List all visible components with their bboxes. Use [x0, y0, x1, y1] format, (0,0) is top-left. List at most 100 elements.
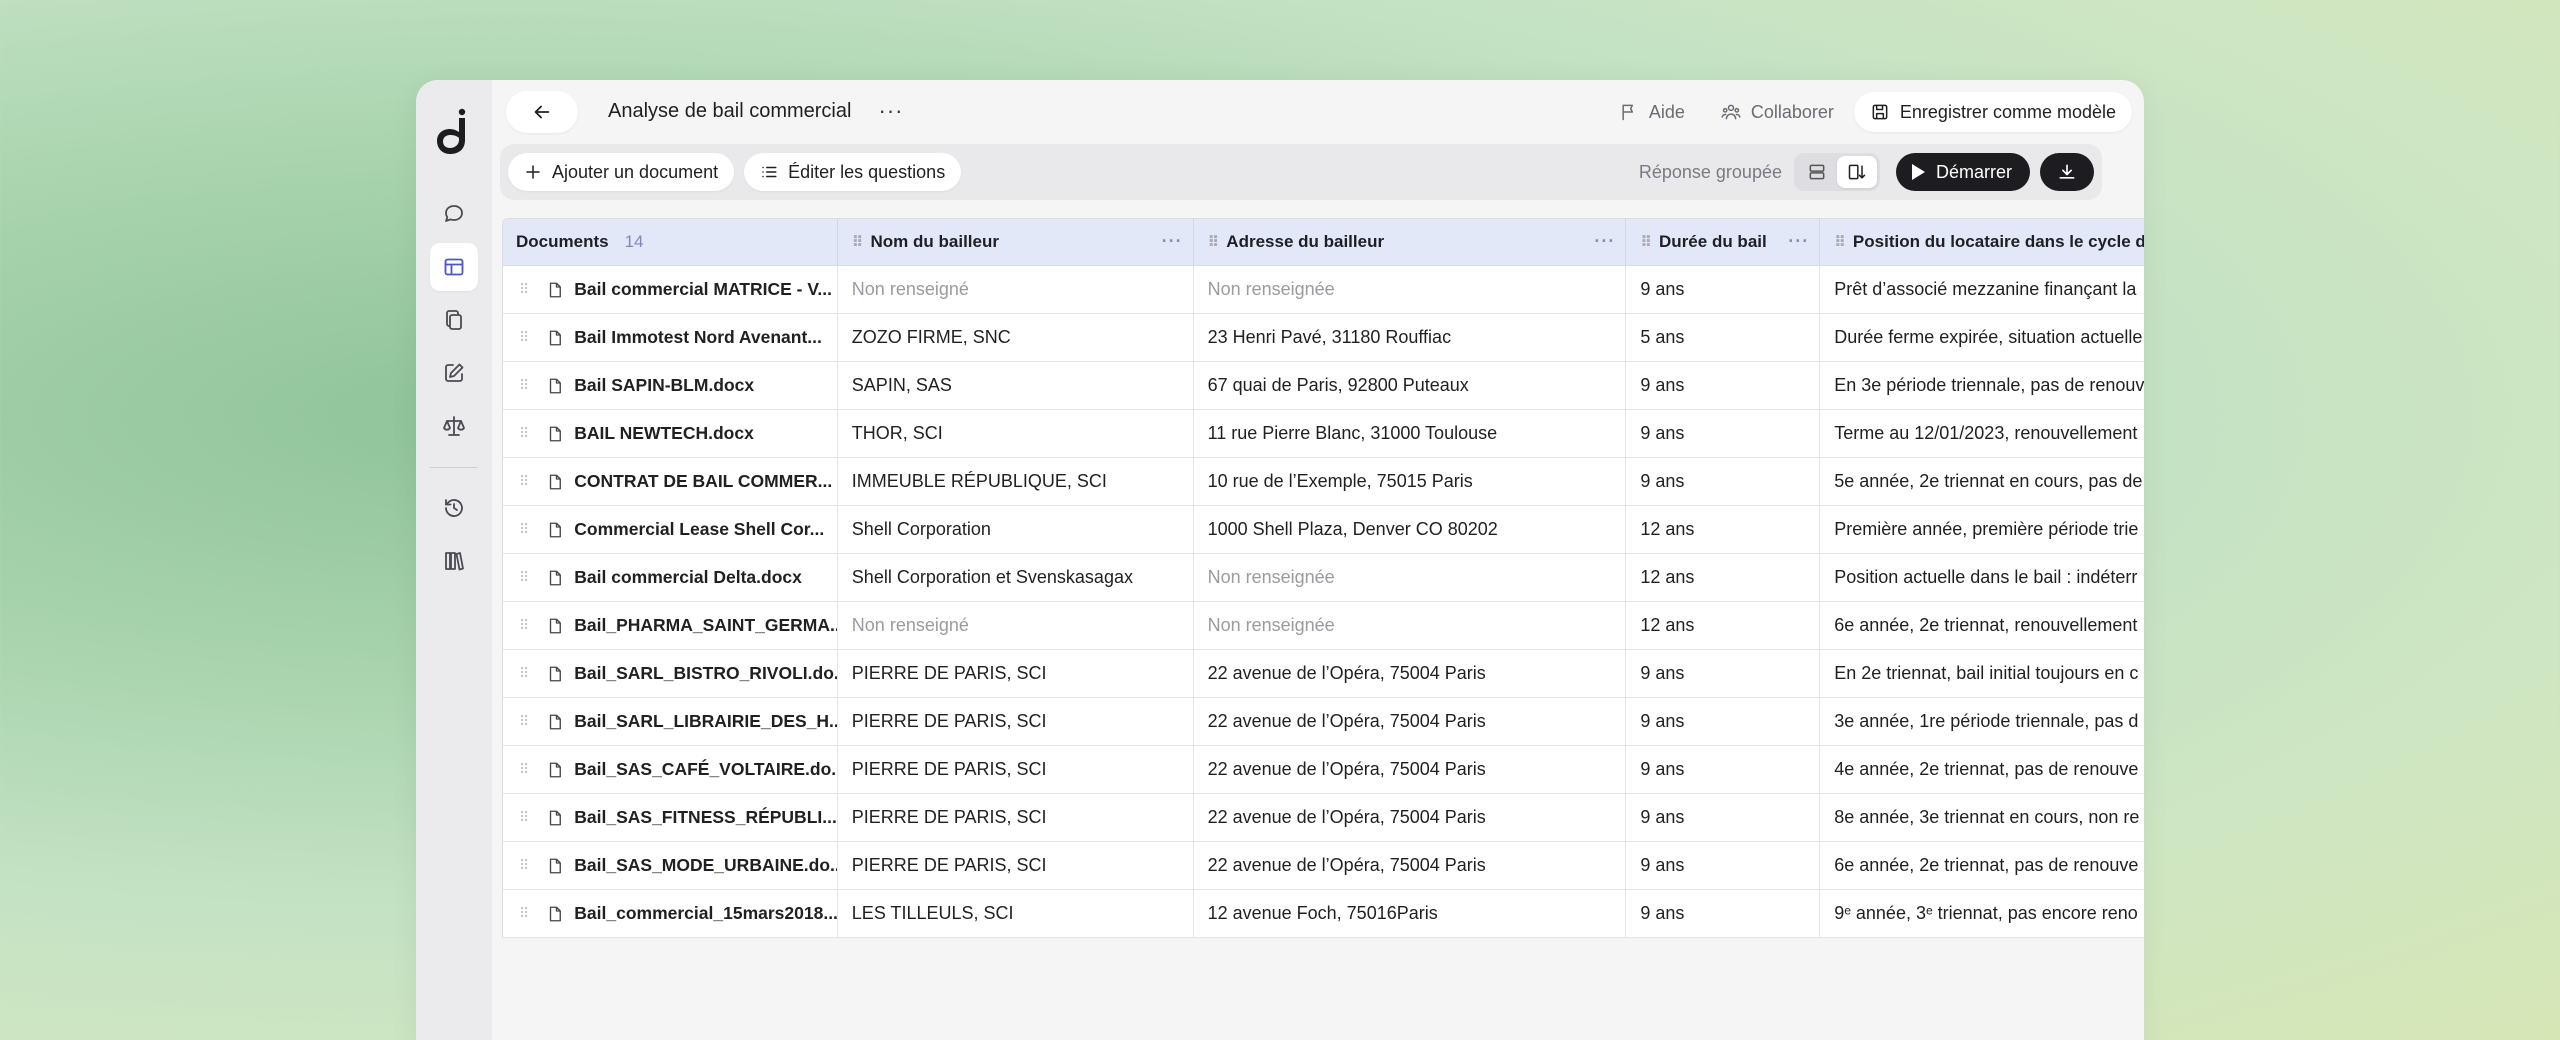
landlord-address-cell[interactable]: 67 quai de Paris, 92800 Puteaux [1194, 362, 1627, 409]
landlord-name-cell[interactable]: ZOZO FIRME, SNC [838, 314, 1194, 361]
drag-handle-icon[interactable]: ⠿ [852, 233, 864, 251]
document-cell[interactable]: ⠿ Bail commercial Delta.docx [503, 554, 838, 601]
row-drag-handle-icon[interactable]: ⠿ [519, 569, 529, 586]
row-drag-handle-icon[interactable]: ⠿ [519, 761, 529, 778]
row-drag-handle-icon[interactable]: ⠿ [519, 329, 529, 346]
rail-scale[interactable] [430, 402, 478, 450]
view-rows-toggle[interactable] [1797, 156, 1837, 188]
document-cell[interactable]: ⠿ CONTRAT DE BAIL COMMER... [503, 458, 838, 505]
landlord-address-cell[interactable]: 22 avenue de l’Opéra, 75004 Paris [1194, 650, 1627, 697]
column-header-position-locataire[interactable]: ⠿ Position du locataire dans le cycle du [1820, 219, 2144, 265]
lease-duration-cell[interactable]: 5 ans [1626, 314, 1821, 361]
row-drag-handle-icon[interactable]: ⠿ [519, 809, 529, 826]
row-drag-handle-icon[interactable]: ⠿ [519, 713, 529, 730]
table-row[interactable]: ⠿ Bail SAPIN-BLM.docx SAPIN, SAS 67 quai de… [503, 362, 2144, 410]
landlord-name-cell[interactable]: IMMEUBLE RÉPUBLIQUE, SCI [838, 458, 1194, 505]
row-drag-handle-icon[interactable]: ⠿ [519, 473, 529, 490]
table-row[interactable]: ⠿ Bail_SARL_BISTRO_RIVOLI.do... PIERRE DE … [503, 650, 2144, 698]
tenant-position-cell[interactable]: Prêt d’associé mezzanine finançant la [1820, 266, 2144, 313]
table-row[interactable]: ⠿ Commercial Lease Shell Cor... Shell Corp… [503, 506, 2144, 554]
landlord-name-cell[interactable]: PIERRE DE PARIS, SCI [838, 794, 1194, 841]
row-drag-handle-icon[interactable]: ⠿ [519, 521, 529, 538]
rail-chat[interactable] [430, 190, 478, 238]
drag-handle-icon[interactable]: ⠿ [1834, 233, 1846, 251]
landlord-address-cell[interactable]: 22 avenue de l’Opéra, 75004 Paris [1194, 794, 1627, 841]
landlord-name-cell[interactable]: THOR, SCI [838, 410, 1194, 457]
table-row[interactable]: ⠿ Bail_SAS_MODE_URBAINE.do... PIERRE DE PA… [503, 842, 2144, 890]
landlord-address-cell[interactable]: 12 avenue Foch, 75016Paris [1194, 890, 1627, 937]
drag-handle-icon[interactable]: ⠿ [1640, 233, 1652, 251]
rail-library[interactable] [430, 537, 478, 585]
rail-table[interactable] [430, 243, 478, 291]
table-row[interactable]: ⠿ Bail_commercial_15mars2018... LES TILLEU… [503, 890, 2144, 938]
document-cell[interactable]: ⠿ Bail_PHARMA_SAINT_GERMA... [503, 602, 838, 649]
document-cell[interactable]: ⠿ Bail_commercial_15mars2018... [503, 890, 838, 937]
row-drag-handle-icon[interactable]: ⠿ [519, 425, 529, 442]
table-row[interactable]: ⠿ Bail_SAS_FITNESS_RÉPUBLI... PIERRE DE PA… [503, 794, 2144, 842]
landlord-name-cell[interactable]: PIERRE DE PARIS, SCI [838, 842, 1194, 889]
title-more-button[interactable]: ··· [876, 96, 906, 126]
drag-handle-icon[interactable]: ⠿ [1208, 233, 1220, 251]
tenant-position-cell[interactable]: 4e année, 2e triennat, pas de renouve [1820, 746, 2144, 793]
tenant-position-cell[interactable]: 5e année, 2e triennat en cours, pas de [1820, 458, 2144, 505]
tenant-position-cell[interactable]: Terme au 12/01/2023, renouvellement [1820, 410, 2144, 457]
landlord-name-cell[interactable]: SAPIN, SAS [838, 362, 1194, 409]
document-cell[interactable]: ⠿ Bail_SAS_MODE_URBAINE.do... [503, 842, 838, 889]
landlord-address-cell[interactable]: 23 Henri Pavé, 31180 Rouffiac [1194, 314, 1627, 361]
lease-duration-cell[interactable]: 12 ans [1626, 506, 1821, 553]
document-cell[interactable]: ⠿ Bail_SAS_CAFÉ_VOLTAIRE.do... [503, 746, 838, 793]
collaborate-button[interactable]: Collaborer [1705, 92, 1850, 132]
tenant-position-cell[interactable]: En 2e triennat, bail initial toujours en… [1820, 650, 2144, 697]
save-template-button[interactable]: Enregistrer comme modèle [1853, 92, 2132, 132]
tenant-position-cell[interactable]: Première année, première période trie [1820, 506, 2144, 553]
lease-duration-cell[interactable]: 9 ans [1626, 266, 1821, 313]
table-row[interactable]: ⠿ Bail commercial Delta.docx Shell Corpora… [503, 554, 2144, 602]
column-menu-button[interactable]: ··· [1162, 231, 1183, 252]
rail-history[interactable] [430, 484, 478, 532]
landlord-name-cell[interactable]: PIERRE DE PARIS, SCI [838, 650, 1194, 697]
document-cell[interactable]: ⠿ BAIL NEWTECH.docx [503, 410, 838, 457]
add-document-button[interactable]: Ajouter un document [508, 153, 735, 191]
edit-questions-button[interactable]: Éditer les questions [744, 153, 962, 191]
tenant-position-cell[interactable]: Position actuelle dans le bail : indéter… [1820, 554, 2144, 601]
table-row[interactable]: ⠿ BAIL NEWTECH.docx THOR, SCI 11 rue Pierre… [503, 410, 2144, 458]
landlord-address-cell[interactable]: Non renseignée [1194, 554, 1627, 601]
landlord-address-cell[interactable]: 1000 Shell Plaza, Denver CO 80202 [1194, 506, 1627, 553]
column-menu-button[interactable]: ··· [1788, 231, 1809, 252]
lease-duration-cell[interactable]: 9 ans [1626, 842, 1821, 889]
rail-edit[interactable] [430, 349, 478, 397]
lease-duration-cell[interactable]: 9 ans [1626, 698, 1821, 745]
landlord-name-cell[interactable]: LES TILLEULS, SCI [838, 890, 1194, 937]
row-drag-handle-icon[interactable]: ⠿ [519, 377, 529, 394]
table-row[interactable]: ⠿ Bail_PHARMA_SAINT_GERMA... Non renseigné… [503, 602, 2144, 650]
table-row[interactable]: ⠿ CONTRAT DE BAIL COMMER... IMMEUBLE RÉPUB… [503, 458, 2144, 506]
landlord-name-cell[interactable]: Shell Corporation et Svenskasagax [838, 554, 1194, 601]
tenant-position-cell[interactable]: 6e année, 2e triennat, renouvellement [1820, 602, 2144, 649]
document-cell[interactable]: ⠿ Bail_SARL_BISTRO_RIVOLI.do... [503, 650, 838, 697]
column-header-nom-bailleur[interactable]: ⠿ Nom du bailleur ··· [838, 219, 1194, 265]
lease-duration-cell[interactable]: 9 ans [1626, 890, 1821, 937]
lease-duration-cell[interactable]: 9 ans [1626, 362, 1821, 409]
landlord-name-cell[interactable]: Non renseigné [838, 602, 1194, 649]
back-button[interactable] [506, 91, 578, 133]
lease-duration-cell[interactable]: 9 ans [1626, 458, 1821, 505]
lease-duration-cell[interactable]: 9 ans [1626, 650, 1821, 697]
tenant-position-cell[interactable]: 8e année, 3e triennat en cours, non re [1820, 794, 2144, 841]
column-menu-button[interactable]: ··· [1594, 231, 1615, 252]
landlord-address-cell[interactable]: 22 avenue de l’Opéra, 75004 Paris [1194, 746, 1627, 793]
tenant-position-cell[interactable]: 9ᵉ année, 3ᵉ triennat, pas encore reno [1820, 890, 2144, 937]
landlord-address-cell[interactable]: 22 avenue de l’Opéra, 75004 Paris [1194, 698, 1627, 745]
row-drag-handle-icon[interactable]: ⠿ [519, 857, 529, 874]
tenant-position-cell[interactable]: En 3e période triennale, pas de renouv [1820, 362, 2144, 409]
start-button[interactable]: Démarrer [1895, 153, 2030, 191]
tenant-position-cell[interactable]: 6e année, 2e triennat, pas de renouve [1820, 842, 2144, 889]
table-row[interactable]: ⠿ Bail_SAS_CAFÉ_VOLTAIRE.do... PIERRE DE P… [503, 746, 2144, 794]
lease-duration-cell[interactable]: 9 ans [1626, 746, 1821, 793]
row-drag-handle-icon[interactable]: ⠿ [519, 665, 529, 682]
tenant-position-cell[interactable]: Durée ferme expirée, situation actuelle [1820, 314, 2144, 361]
row-drag-handle-icon[interactable]: ⠿ [519, 281, 529, 298]
landlord-name-cell[interactable]: PIERRE DE PARIS, SCI [838, 746, 1194, 793]
lease-duration-cell[interactable]: 12 ans [1626, 602, 1821, 649]
landlord-name-cell[interactable]: PIERRE DE PARIS, SCI [838, 698, 1194, 745]
rail-copy[interactable] [430, 296, 478, 344]
